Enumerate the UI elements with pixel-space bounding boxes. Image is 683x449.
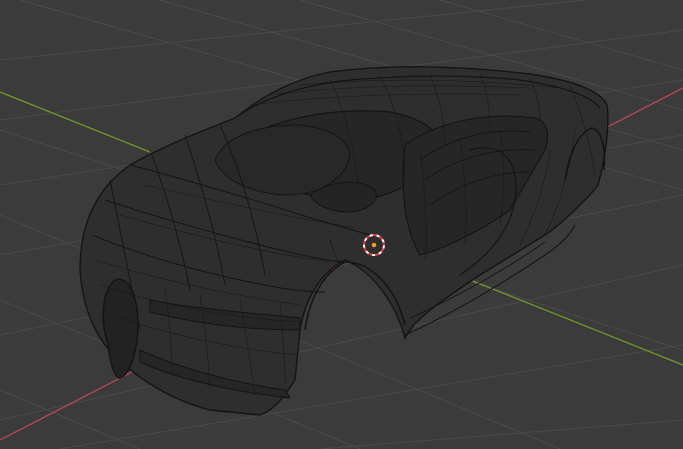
object-origin-dot-icon [371,242,377,248]
3d-viewport[interactable] [0,0,683,449]
viewport-canvas[interactable] [0,0,683,449]
